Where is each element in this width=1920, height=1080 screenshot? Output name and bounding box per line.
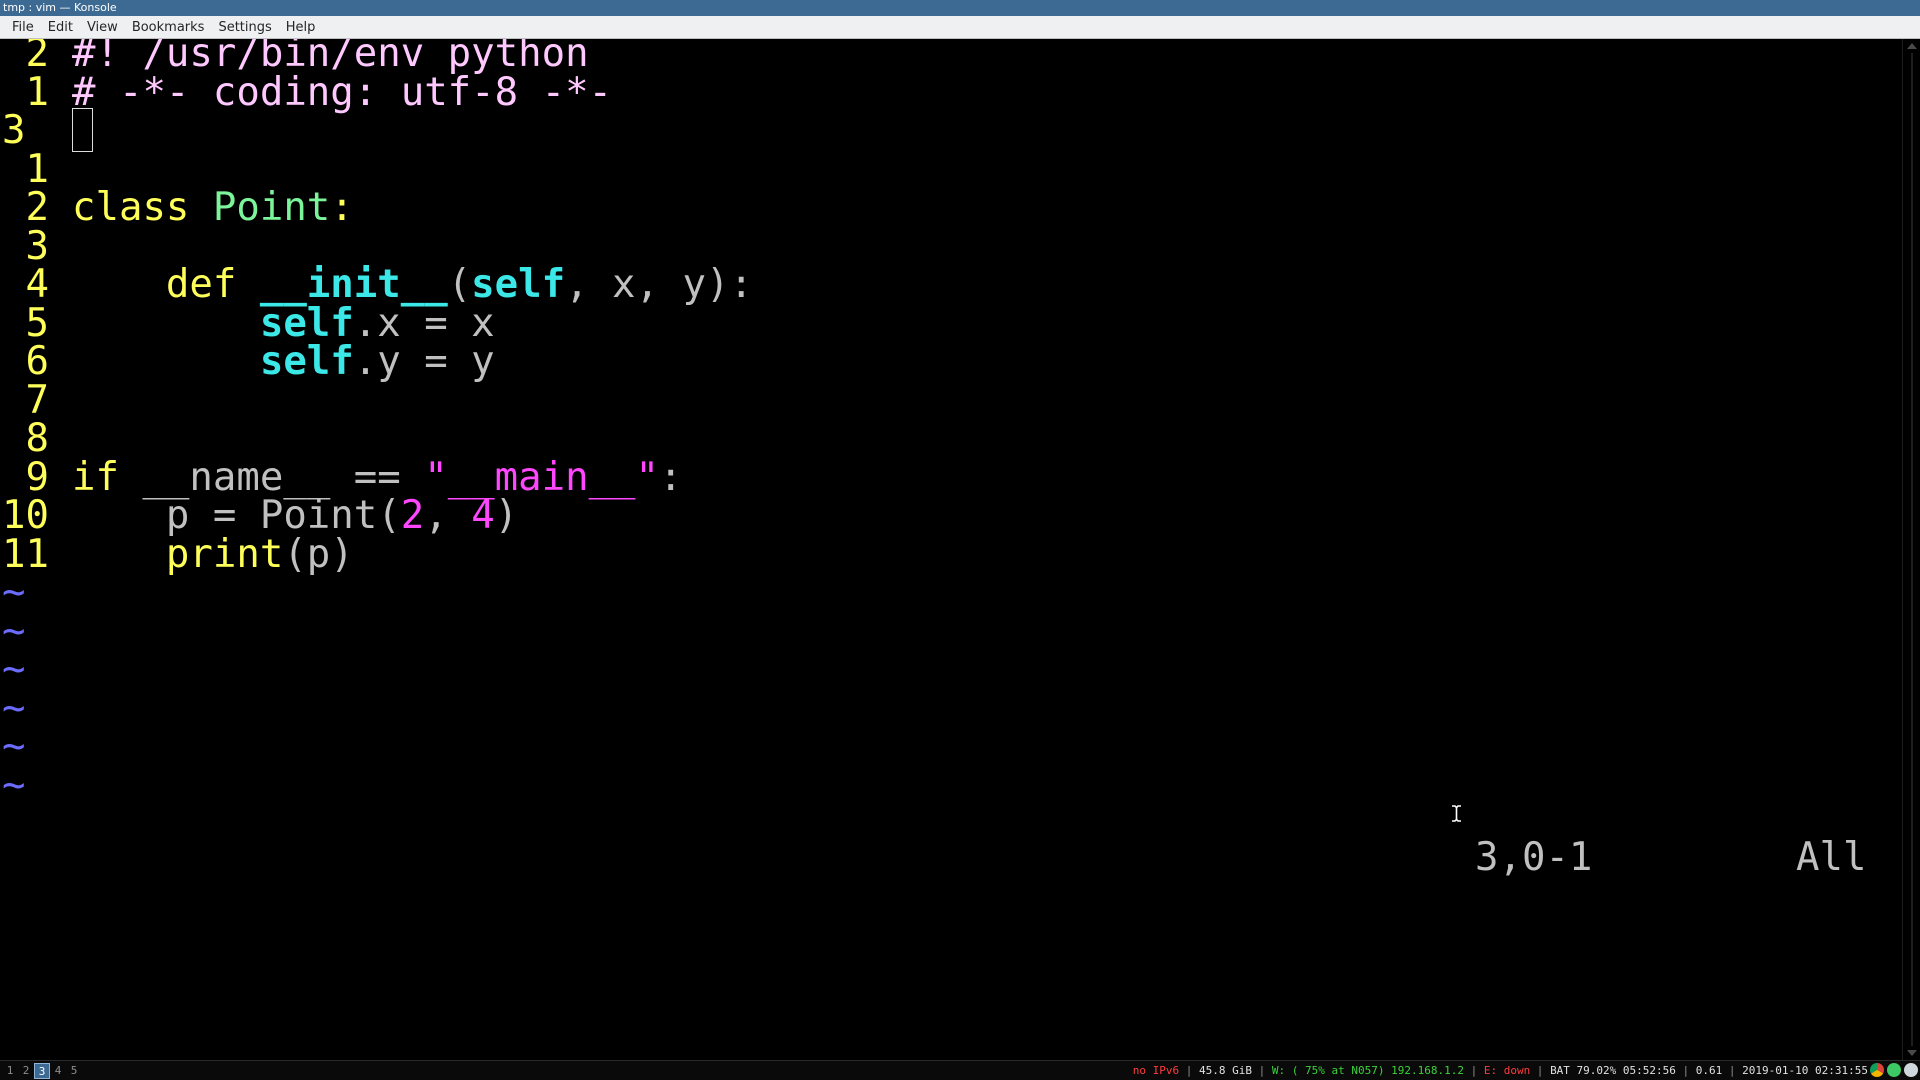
menu-help[interactable]: Help (279, 20, 323, 35)
code-token: class (72, 185, 213, 230)
code-token: : (330, 185, 354, 230)
menu-view[interactable]: View (80, 20, 125, 35)
status-separator: | (1463, 1064, 1484, 1077)
disk-status: 45.8 GiB (1199, 1064, 1253, 1077)
menu-settings[interactable]: Settings (211, 20, 278, 35)
terminal-view[interactable]: 2 #! /usr/bin/env python 1 # -*- coding: u… (0, 39, 1902, 1060)
ethernet-status: E: down (1483, 1064, 1531, 1077)
window-title: tmp : vim — Konsole (0, 0, 1920, 16)
text-cursor (72, 108, 93, 152)
desktop-5[interactable]: 5 (66, 1063, 82, 1079)
desktop-2[interactable]: 2 (18, 1063, 34, 1079)
network-icon[interactable] (1887, 1063, 1901, 1077)
status-separator: | (1722, 1064, 1743, 1077)
status-separator: | (1530, 1064, 1551, 1077)
ipv6-status: no IPv6 (1132, 1064, 1180, 1077)
chrome-icon[interactable] (1870, 1063, 1884, 1077)
scroll-position: All (1796, 835, 1867, 880)
desktop-4[interactable]: 4 (50, 1063, 66, 1079)
status-separator: | (1675, 1064, 1696, 1077)
code-token: 4 (471, 493, 495, 538)
code-line[interactable]: self.y = y (72, 338, 495, 385)
code-line[interactable]: # -*- coding: utf-8 -*- (72, 69, 612, 116)
code-line[interactable] (72, 107, 93, 154)
code-token: # -*- coding: utf-8 -*- (72, 69, 613, 115)
menu-bar: File Edit View Bookmarks Settings Help (0, 16, 1920, 39)
code-token: 2 (400, 493, 425, 538)
menu-file[interactable]: File (0, 20, 41, 35)
status-panel: 12345 no IPv6 | 45.8 GiB | W: ( 75% at N… (0, 1060, 1920, 1080)
menu-bookmarks[interactable]: Bookmarks (125, 20, 212, 35)
desktop-3[interactable]: 3 (34, 1062, 50, 1079)
battery-status: BAT 79.02% 05:52:56 (1550, 1064, 1676, 1077)
scroll-up-icon[interactable] (1907, 43, 1917, 49)
app-icon[interactable] (1904, 1063, 1918, 1077)
cursor-position: 3,0-1 (1475, 835, 1593, 880)
menu-edit[interactable]: Edit (41, 20, 80, 35)
code-token: Point (212, 185, 331, 230)
status-separator: | (1179, 1064, 1200, 1077)
code-token: , (424, 493, 472, 538)
code-token: , x, y): (565, 262, 753, 307)
terminal-scrollbar[interactable] (1902, 39, 1920, 1060)
status-separator: | (1252, 1064, 1272, 1077)
clock: 2019-01-10 02:31:55 (1742, 1064, 1868, 1077)
system-status: no IPv6 | 45.8 GiB | W: ( 75% at N057) 1… (1133, 1061, 1868, 1080)
code-line[interactable]: print(p) (72, 531, 354, 578)
scroll-track[interactable] (1911, 53, 1913, 1046)
code-token: print (165, 531, 284, 577)
code-line[interactable]: class Point: (72, 184, 354, 231)
code-token: ) (494, 493, 519, 538)
scroll-down-icon[interactable] (1907, 1050, 1917, 1056)
system-tray (1870, 1063, 1918, 1077)
code-token: self (259, 339, 354, 384)
load-status: 0.61 (1695, 1064, 1723, 1077)
desktop-switcher: 12345 (2, 1062, 82, 1079)
tilde-marker: ~ (2, 762, 26, 808)
code-token: (p) (283, 531, 354, 577)
code-token: : (659, 454, 683, 500)
code-token: .y = y (353, 339, 495, 384)
wifi-status: W: ( 75% at N057) 192.168.1.2 (1271, 1064, 1464, 1077)
text-cursor-icon (1452, 805, 1461, 822)
desktop-1[interactable]: 1 (2, 1063, 18, 1079)
